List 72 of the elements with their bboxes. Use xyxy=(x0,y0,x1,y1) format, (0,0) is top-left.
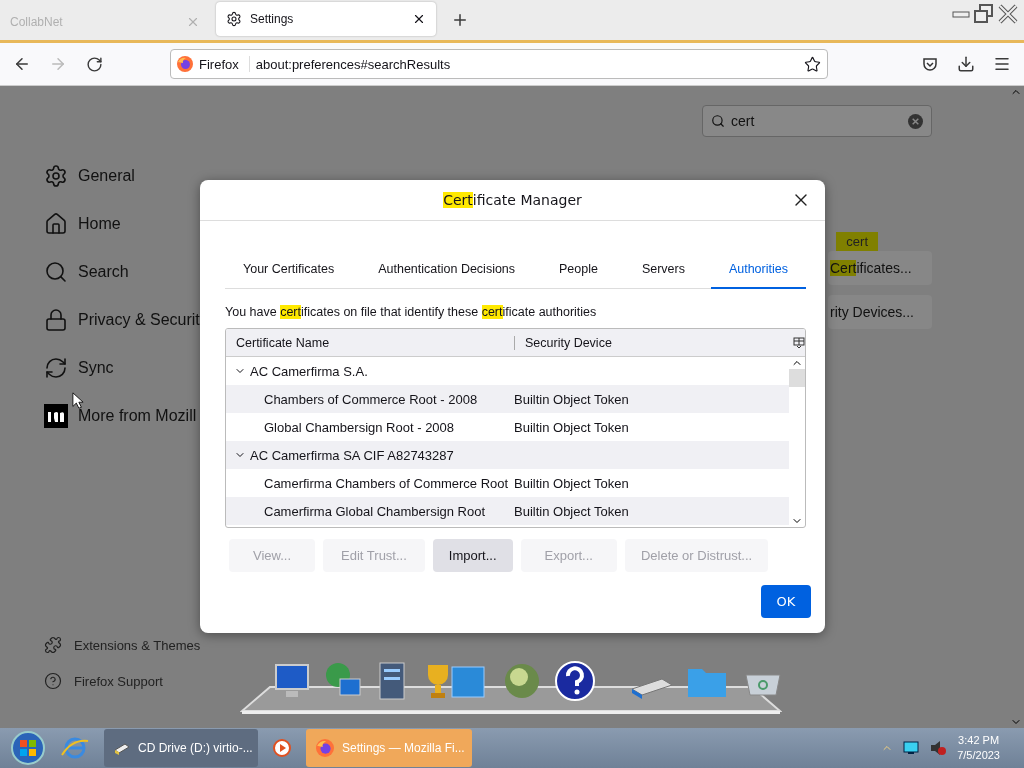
browser-tab[interactable]: Settings xyxy=(216,2,436,36)
sidebar-label: General xyxy=(78,167,135,185)
clock[interactable]: 3:42 PM 7/5/2023 xyxy=(957,733,1000,763)
menu-icon[interactable] xyxy=(993,55,1011,73)
dialog-tab[interactable]: Authentication Decisions xyxy=(360,251,534,289)
home-icon xyxy=(44,212,68,236)
group-name: AC Camerfirma S.A. xyxy=(250,363,368,379)
table-cell-text: Builtin Object Token xyxy=(514,475,630,491)
task-label: CD Drive (D:) virtio-... xyxy=(138,741,253,755)
reload-icon[interactable] xyxy=(85,55,103,73)
table-cell-text: Camerfirma Global Chambersign Root xyxy=(263,503,487,519)
table-cell-text: Builtin Object Token xyxy=(514,391,630,407)
bookmark-star-icon[interactable] xyxy=(804,55,821,73)
sidebar-label: More from Mozill xyxy=(78,407,197,425)
sidebar-label: Home xyxy=(78,215,121,233)
firefox-icon xyxy=(177,56,193,72)
start-button[interactable] xyxy=(10,730,46,766)
search-field[interactable]: cert xyxy=(702,105,932,137)
settings-icon xyxy=(44,164,68,188)
ok-button[interactable]: OK xyxy=(761,585,811,618)
sidebar-label: Privacy & Securit xyxy=(78,311,200,329)
task-label: Settings — Mozilla Fi... xyxy=(342,741,465,755)
dialog-tab[interactable]: Authorities xyxy=(710,251,806,289)
lock-icon xyxy=(44,308,68,332)
sync-icon xyxy=(44,356,68,380)
download-icon[interactable] xyxy=(957,55,975,73)
search-tooltip: cert xyxy=(836,232,878,251)
sidebar-label: Sync xyxy=(78,359,114,377)
sidebar-label: Extensions & Themes xyxy=(74,637,201,653)
dialog-tab[interactable]: Servers xyxy=(623,251,703,289)
search-icon xyxy=(44,260,68,284)
clear-icon[interactable] xyxy=(908,113,923,129)
address-bar[interactable]: Firefox about:preferences#searchResults xyxy=(170,49,828,79)
settings-icon xyxy=(226,11,242,27)
sidebar-link[interactable]: Extensions & Themes xyxy=(44,634,250,656)
table-cell-text: Global Chambersign Root - 2008 xyxy=(263,419,456,435)
sidebar-label: Firefox Support xyxy=(74,673,163,689)
column-header[interactable]: Certificate Name xyxy=(226,335,514,350)
column-picker-icon[interactable] xyxy=(793,336,805,349)
back-icon[interactable] xyxy=(13,55,31,73)
column-header[interactable]: Security Device xyxy=(514,335,791,350)
mouse-cursor-icon xyxy=(72,392,84,409)
new-tab-icon[interactable] xyxy=(451,11,469,29)
help-icon xyxy=(44,672,62,690)
close-icon[interactable] xyxy=(412,12,426,26)
search-icon xyxy=(711,114,725,128)
sidebar-item[interactable]: Home xyxy=(44,210,250,238)
pocket-icon[interactable] xyxy=(922,56,938,72)
url-text: about:preferences#searchResults xyxy=(255,56,452,72)
restore-icon[interactable] xyxy=(974,4,994,24)
mozilla-logo-icon xyxy=(44,404,68,428)
network-icon[interactable] xyxy=(903,741,920,755)
puzzle-icon xyxy=(44,636,62,654)
firefox-icon xyxy=(316,739,334,757)
help-icon[interactable] xyxy=(552,661,598,701)
sidebar-label: Search xyxy=(78,263,129,281)
identity-label: Firefox xyxy=(199,56,239,72)
dialog-tab[interactable]: Your Certificates xyxy=(225,251,353,289)
settings-button[interactable]: rity Devices... xyxy=(828,295,932,329)
sidebar-item[interactable]: General xyxy=(44,162,250,190)
sidebar-item[interactable]: More from Mozill xyxy=(44,402,250,430)
speaker-icon[interactable] xyxy=(929,740,948,756)
scrollbar-thumb[interactable] xyxy=(789,369,805,387)
sidebar-link[interactable]: Firefox Support xyxy=(44,670,250,692)
table-cell-text: Camerfirma Chambers of Commerce Root xyxy=(263,475,510,491)
table-cell-text: Builtin Object Token xyxy=(514,503,630,519)
dialog-tab[interactable]: People xyxy=(541,251,616,289)
table-cell-text: Builtin Object Token xyxy=(514,419,630,435)
taskbar-button[interactable]: CD Drive (D:) virtio-... xyxy=(104,729,258,767)
group-name: AC Camerfirma SA CIF A82743287 xyxy=(250,447,454,463)
table-cell-text: Chambers of Commerce Root - 2008 xyxy=(263,391,479,407)
dialog-button[interactable]: Import... xyxy=(432,539,513,572)
